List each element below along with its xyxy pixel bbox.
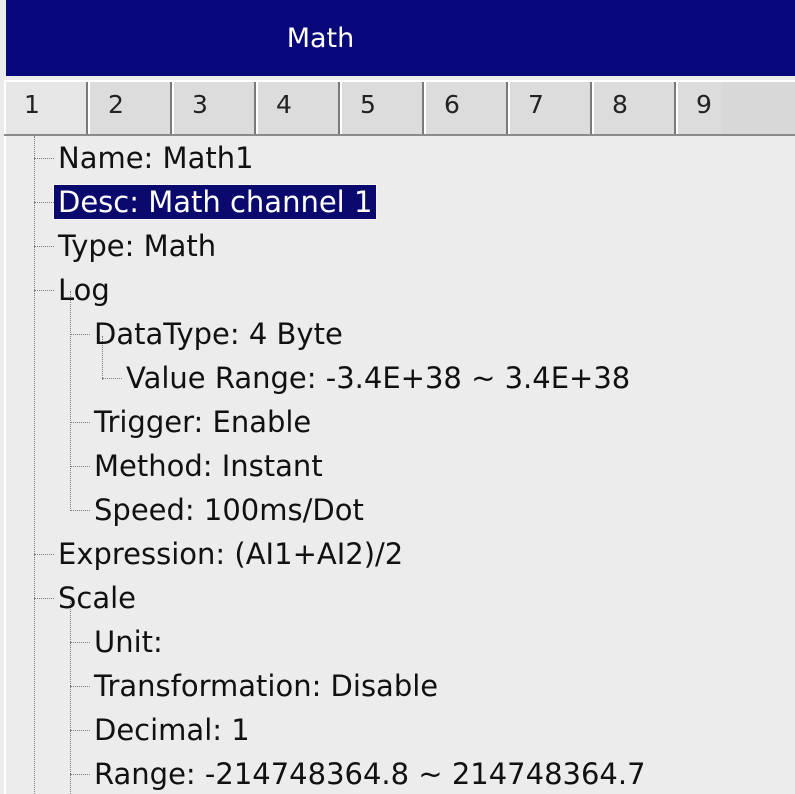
tree-branch <box>34 554 54 555</box>
tree-item-label: Type: Math <box>58 229 217 263</box>
window-title: Math <box>286 22 355 54</box>
tree-item-label: DataType: 4 Byte <box>94 317 343 351</box>
math-window: Math 1 2 3 4 5 6 7 8 9 Name: Math1 Desc:… <box>0 0 795 794</box>
tab-3[interactable]: 3 <box>172 82 256 134</box>
tree-item-datatype[interactable]: DataType: 4 Byte <box>90 312 347 356</box>
tree-branch <box>34 598 54 599</box>
tree-item-expression[interactable]: Expression: (AI1+AI2)/2 <box>54 532 407 576</box>
tree-connector-scale <box>70 601 71 794</box>
tree-connector-log <box>70 291 71 511</box>
tree-item-label: Range: -214748364.8 ~ 214748364.7 <box>94 757 646 791</box>
tree-item-value-range[interactable]: Value Range: -3.4E+38 ~ 3.4E+38 <box>122 356 634 400</box>
tree-item-label: Speed: 100ms/Dot <box>94 493 364 527</box>
settings-tree: Name: Math1 Desc: Math channel 1 Type: M… <box>4 136 795 794</box>
tree-item-label: Scale <box>58 581 137 615</box>
tab-7[interactable]: 7 <box>508 82 592 134</box>
tree-branch <box>70 774 90 775</box>
tree-item-trigger[interactable]: Trigger: Enable <box>90 400 315 444</box>
tree-item-speed[interactable]: Speed: 100ms/Dot <box>90 488 368 532</box>
tree-item-name[interactable]: Name: Math1 <box>54 136 258 180</box>
tree-connector-root <box>34 136 35 794</box>
title-bar: Math <box>6 0 795 76</box>
tree-branch <box>70 466 90 467</box>
tree-branch <box>102 378 122 379</box>
tree-item-unit[interactable]: Unit: <box>90 620 167 664</box>
tree-item-label: Transformation: Disable <box>94 669 439 703</box>
tree-item-label: Trigger: Enable <box>94 405 312 439</box>
tab-5[interactable]: 5 <box>340 82 424 134</box>
tree-item-scale[interactable]: Scale <box>54 576 140 620</box>
tree-item-label: Unit: <box>94 625 163 659</box>
tab-1[interactable]: 1 <box>4 82 88 134</box>
tree-branch <box>70 422 90 423</box>
tree-item-label: Name: Math1 <box>58 141 254 175</box>
tree-branch <box>34 158 54 159</box>
tree-branch <box>34 246 54 247</box>
tree-item-decimal[interactable]: Decimal: 1 <box>90 708 254 752</box>
tree-item-label: Desc: Math channel 1 <box>52 184 378 220</box>
tree-item-desc[interactable]: Desc: Math channel 1 <box>52 180 378 224</box>
tree-item-label: Method: Instant <box>94 449 323 483</box>
tree-branch <box>70 730 90 731</box>
tab-4[interactable]: 4 <box>256 82 340 134</box>
tree-item-range[interactable]: Range: -214748364.8 ~ 214748364.7 <box>90 752 650 794</box>
tab-8[interactable]: 8 <box>592 82 676 134</box>
tree-branch <box>70 510 90 511</box>
tree-item-label: Decimal: 1 <box>94 713 250 747</box>
tab-6[interactable]: 6 <box>424 82 508 134</box>
tree-branch <box>34 202 54 203</box>
tree-item-transformation[interactable]: Transformation: Disable <box>90 664 442 708</box>
tree-branch <box>70 642 90 643</box>
tree-branch <box>70 686 90 687</box>
tree-item-method[interactable]: Method: Instant <box>90 444 327 488</box>
tab-9[interactable]: 9 <box>676 82 722 134</box>
tree-item-log[interactable]: Log <box>54 268 114 312</box>
tree-item-type[interactable]: Type: Math <box>54 224 220 268</box>
tree-item-label: Value Range: -3.4E+38 ~ 3.4E+38 <box>126 361 631 395</box>
tree-item-label: Log <box>58 273 110 307</box>
tree-item-label: Expression: (AI1+AI2)/2 <box>58 537 404 571</box>
channel-tabs: 1 2 3 4 5 6 7 8 9 <box>4 80 795 136</box>
tree-branch <box>34 290 54 291</box>
tree-branch <box>70 334 90 335</box>
tab-2[interactable]: 2 <box>88 82 172 134</box>
